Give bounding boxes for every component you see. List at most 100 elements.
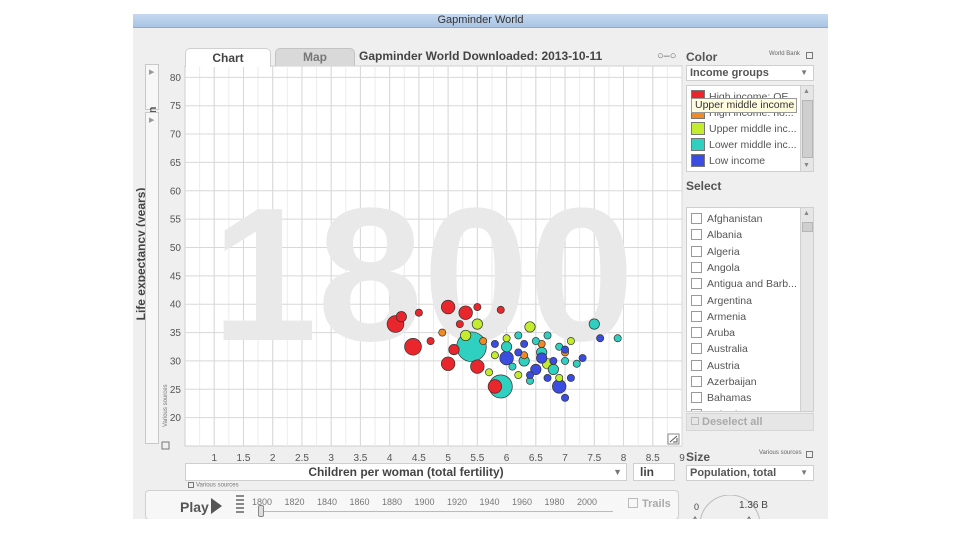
tab-chart[interactable]: Chart	[185, 48, 271, 67]
color-swatch[interactable]	[691, 138, 705, 151]
bubble[interactable]	[426, 337, 435, 346]
country-item[interactable]: Angola	[691, 261, 740, 277]
bubble[interactable]	[561, 356, 570, 365]
bubble[interactable]	[572, 359, 581, 368]
color-swatch[interactable]	[691, 122, 705, 135]
checkbox-icon[interactable]	[691, 245, 702, 257]
checkbox-icon[interactable]	[691, 278, 702, 290]
bubble[interactable]	[543, 373, 552, 382]
bubble[interactable]	[455, 320, 464, 329]
bubble[interactable]	[448, 344, 460, 356]
checkbox-icon[interactable]	[691, 343, 702, 355]
y-source-icon[interactable]	[161, 441, 170, 450]
bubble[interactable]	[460, 329, 472, 341]
tab-map[interactable]: Map	[275, 48, 355, 66]
bubble[interactable]	[395, 311, 407, 323]
x-indicator-selector[interactable]: Children per woman (total fertility) ▼	[185, 463, 627, 481]
bubble[interactable]	[536, 352, 548, 364]
bubble[interactable]	[561, 345, 570, 354]
country-item[interactable]: Aruba	[691, 326, 735, 342]
bubble[interactable]	[596, 334, 605, 343]
checkbox-icon[interactable]	[691, 359, 702, 371]
color-indicator-dropdown[interactable]: Income groups ▼	[686, 65, 814, 81]
bubble[interactable]	[496, 305, 505, 314]
size-indicator-dropdown[interactable]: Population, total ▼	[686, 465, 814, 481]
deselect-all-button[interactable]: Deselect all	[686, 413, 814, 431]
checkbox-icon[interactable]	[691, 261, 702, 273]
bubble[interactable]	[520, 339, 529, 348]
bubble[interactable]	[479, 337, 488, 346]
country-item[interactable]: Bahrain	[691, 408, 743, 411]
timeline-track[interactable]	[258, 511, 613, 512]
checkbox-icon[interactable]	[691, 294, 702, 306]
country-item[interactable]: Afghanistan	[691, 212, 762, 228]
x-source-icon[interactable]	[188, 482, 194, 488]
bubble[interactable]	[524, 321, 536, 333]
country-item[interactable]: Azerbaijan	[691, 375, 757, 391]
play-button[interactable]: Play	[180, 498, 222, 515]
bubble[interactable]	[490, 351, 499, 360]
color-legend-item[interactable]: Low income	[691, 154, 765, 168]
country-item[interactable]: Antigua and Barb...	[691, 277, 797, 293]
bubble[interactable]	[547, 363, 559, 375]
color-legend-item[interactable]: Upper middle inc...	[691, 122, 797, 136]
checkbox-icon[interactable]	[691, 310, 702, 322]
arrow-down-icon[interactable]: ▼	[803, 162, 810, 169]
resize-icon[interactable]	[667, 433, 680, 445]
x-scale-selector[interactable]: lin	[633, 463, 675, 481]
size-panel-icon[interactable]	[806, 451, 813, 458]
bubble[interactable]	[471, 318, 483, 330]
bubble[interactable]	[508, 362, 517, 371]
arrow-up-icon[interactable]: ▲	[803, 88, 810, 95]
bubble[interactable]	[458, 305, 473, 320]
bubble[interactable]	[470, 359, 485, 374]
checkbox-icon[interactable]	[691, 327, 702, 339]
bubble[interactable]	[555, 373, 564, 382]
checkbox-icon[interactable]	[691, 213, 702, 224]
country-item[interactable]: Algeria	[691, 245, 740, 261]
y-indicator-tab[interactable]: ▶	[145, 112, 159, 444]
bubble[interactable]	[561, 393, 570, 402]
bubble[interactable]	[485, 368, 493, 377]
speed-slider[interactable]	[236, 495, 244, 515]
bubble[interactable]	[440, 299, 456, 315]
bubble[interactable]	[487, 379, 503, 394]
bubble[interactable]	[549, 356, 558, 365]
checkbox-icon[interactable]	[691, 408, 702, 411]
checkbox-icon[interactable]	[691, 392, 702, 404]
glasses-icon[interactable]: ○–○	[657, 50, 676, 62]
trails-checkbox[interactable]: Trails	[628, 498, 671, 510]
bubble[interactable]	[526, 371, 534, 380]
y-scale-tab[interactable]: ▶ lin	[145, 64, 159, 119]
color-panel-icon[interactable]	[806, 52, 813, 59]
arrow-up-icon[interactable]: ▲	[803, 210, 810, 217]
country-item[interactable]: Austria	[691, 359, 740, 375]
bubble[interactable]	[490, 339, 499, 348]
bubble[interactable]	[514, 348, 523, 357]
country-item[interactable]: Armenia	[691, 310, 746, 326]
color-swatch[interactable]	[691, 154, 705, 167]
bubble[interactable]	[566, 373, 575, 382]
timeline-handle[interactable]	[258, 505, 264, 517]
color-legend-item[interactable]: Lower middle inc...	[691, 138, 797, 152]
checkbox-icon[interactable]	[691, 376, 702, 387]
bubble[interactable]	[566, 337, 575, 346]
bubble[interactable]	[531, 337, 540, 346]
checkbox-icon[interactable]	[691, 229, 702, 241]
color-list-scrollbar[interactable]: ▲ ▼	[800, 86, 813, 171]
country-item[interactable]: Argentina	[691, 294, 752, 310]
bubble[interactable]	[414, 308, 423, 317]
bubble[interactable]	[473, 303, 482, 311]
bubble[interactable]	[613, 334, 622, 343]
bubble[interactable]	[514, 331, 523, 340]
bubble[interactable]	[543, 331, 552, 340]
country-item[interactable]: Albania	[691, 228, 742, 244]
country-list-scrollbar[interactable]: ▲	[800, 208, 813, 411]
country-item[interactable]: Bahamas	[691, 391, 751, 407]
bubble[interactable]	[440, 356, 456, 371]
bubble[interactable]	[588, 318, 600, 330]
bubble[interactable]	[501, 341, 513, 353]
bubble[interactable]	[578, 354, 587, 363]
bubble[interactable]	[438, 328, 447, 337]
bubble[interactable]	[514, 371, 523, 380]
